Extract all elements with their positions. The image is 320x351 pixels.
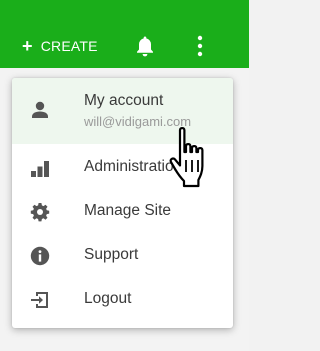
bar-chart-icon — [31, 161, 49, 177]
menu-item-manage-site[interactable]: Manage Site — [12, 190, 233, 234]
menu-item-administration[interactable]: Administration — [12, 146, 233, 190]
menu-item-label: Support — [84, 246, 139, 263]
create-button-label: CREATE — [40, 38, 98, 54]
menu-item-logout[interactable]: Logout — [12, 278, 233, 322]
menu-item-label: Administration — [84, 158, 183, 175]
menu-item-support[interactable]: Support — [12, 234, 233, 278]
top-bar: + CREATE — [0, 0, 249, 68]
kebab-menu-icon[interactable] — [194, 34, 206, 58]
plus-icon: + — [22, 36, 33, 56]
person-icon — [32, 101, 48, 118]
menu-item-label: Logout — [84, 290, 132, 307]
bell-icon[interactable] — [135, 35, 155, 57]
menu-item-label: Manage Site — [84, 202, 172, 219]
gear-icon — [30, 203, 50, 222]
create-button[interactable]: + CREATE — [22, 34, 98, 58]
menu-item-my-account[interactable]: My account will@vidigami.com — [12, 78, 233, 144]
page: + CREATE My account will@vidigami.com Ad… — [0, 0, 249, 351]
logout-icon — [31, 292, 48, 308]
account-email: will@vidigami.com — [84, 114, 192, 129]
info-icon — [30, 246, 50, 266]
account-dropdown-menu: My account will@vidigami.com Administrat… — [12, 78, 233, 328]
menu-item-label: My account — [84, 92, 164, 109]
